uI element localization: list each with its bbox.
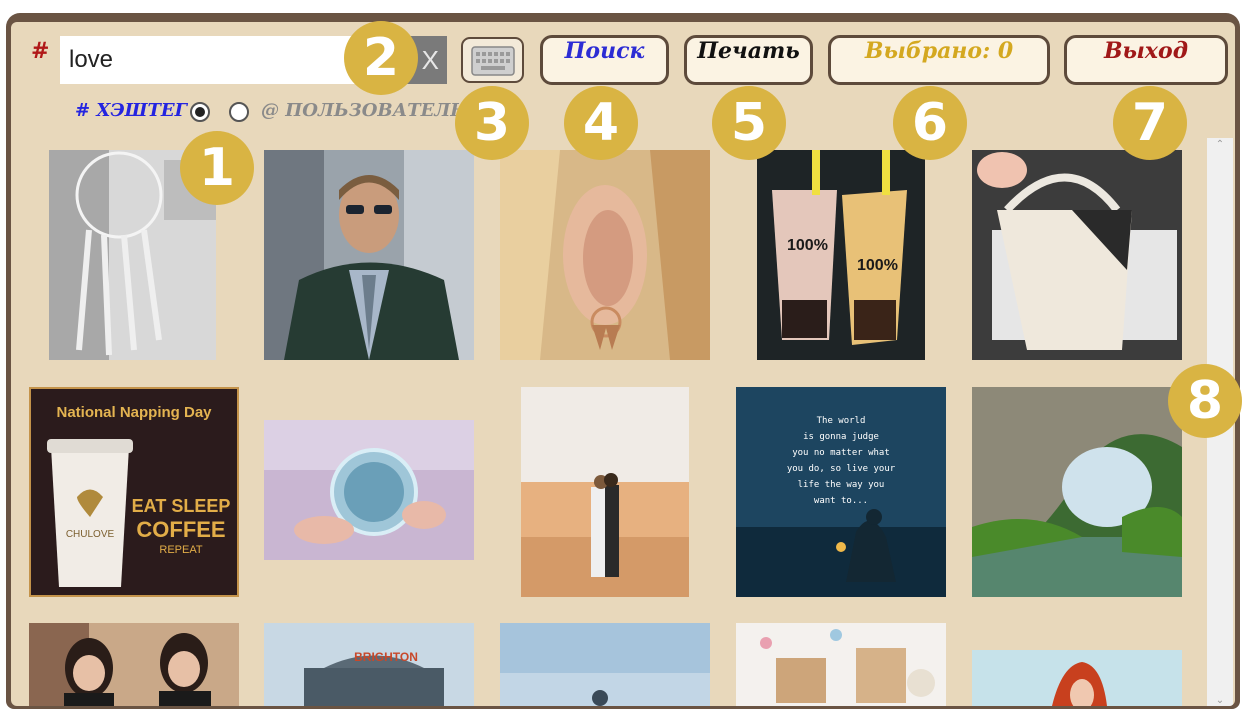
search-input[interactable]: [60, 36, 390, 84]
user-label: @ ПОЛЬЗОВАТЕЛЬ: [261, 100, 466, 121]
quote-image: The world is gonna judge you no matter w…: [736, 387, 946, 597]
coffee-line-1: EAT SLEEP: [132, 496, 231, 516]
photo-two-women[interactable]: [29, 623, 239, 706]
photo-quote[interactable]: The world is gonna judge you no matter w…: [736, 387, 946, 597]
quote-line-5: life the way you: [798, 480, 885, 490]
redhead-image: [972, 650, 1182, 706]
callout-badge-2: 2: [344, 21, 418, 95]
chevron-down-icon[interactable]: ⌄: [1207, 694, 1233, 706]
callout-badge-6: 6: [893, 86, 967, 160]
quote-line-1: The world: [817, 416, 866, 426]
brighton-pier-image: BRIGHTON: [264, 623, 474, 706]
callout-badge-5: 5: [712, 86, 786, 160]
print-button[interactable]: Печать: [684, 35, 813, 85]
exit-button[interactable]: Выход: [1064, 35, 1228, 85]
wedding-couple-image: [521, 387, 689, 597]
cup-text-left: 100%: [787, 237, 828, 254]
pier-sign: BRIGHTON: [354, 650, 418, 664]
photo-sky[interactable]: [500, 623, 710, 706]
ear-piercing-image: [500, 150, 710, 360]
coffee-line-3: REPEAT: [159, 544, 202, 556]
napping-day-image: National Napping Day CHULOVE EAT SLEEP C…: [29, 387, 239, 597]
user-radio[interactable]: [229, 102, 249, 122]
hashtag-radio[interactable]: [190, 102, 210, 122]
photo-bubble-tea[interactable]: 100% 100%: [757, 150, 925, 360]
hash-label: #: [31, 38, 50, 64]
chevron-up-icon[interactable]: ⌃: [1207, 138, 1233, 152]
sky-image: [500, 623, 710, 706]
white-bag-image: [972, 150, 1182, 360]
callout-badge-8: 8: [1168, 364, 1242, 438]
callout-badge-4: 4: [564, 86, 638, 160]
cup-brand: CHULOVE: [66, 529, 115, 540]
bubble-tea-image: 100% 100%: [757, 150, 925, 360]
photo-wedding-couple[interactable]: [521, 387, 689, 597]
quote-line-6: want to...: [814, 496, 868, 506]
hashtag-label: # ХЭШТЕГ: [75, 100, 187, 121]
photo-brighton-pier[interactable]: BRIGHTON: [264, 623, 474, 706]
craft-gift-image: [736, 623, 946, 706]
man-suit-image: [264, 150, 474, 360]
cup-text-right: 100%: [857, 257, 898, 274]
callout-badge-7: 7: [1113, 86, 1187, 160]
napping-title: National Napping Day: [56, 404, 212, 421]
search-button[interactable]: Поиск: [540, 35, 669, 85]
quote-line-2: is gonna judge: [803, 432, 879, 442]
photo-white-bag[interactable]: [972, 150, 1182, 360]
photo-man-suit[interactable]: [264, 150, 474, 360]
crystal-ball-image: [264, 420, 474, 560]
quote-line-3: you no matter what: [792, 448, 890, 458]
photo-ear-piercing[interactable]: [500, 150, 710, 360]
coffee-line-2: COFFEE: [136, 517, 225, 542]
selected-count-button[interactable]: Выбрано: 0: [828, 35, 1050, 85]
callout-badge-3: 3: [455, 86, 529, 160]
photo-craft-gift[interactable]: [736, 623, 946, 706]
two-women-image: [29, 623, 239, 706]
photo-redhead[interactable]: [972, 650, 1182, 706]
photo-crystal-ball[interactable]: [264, 420, 474, 560]
keyboard-icon: [471, 46, 515, 76]
photo-napping-day[interactable]: National Napping Day CHULOVE EAT SLEEP C…: [29, 387, 239, 597]
rock-arch-image: [972, 387, 1182, 597]
photo-rock-arch[interactable]: [972, 387, 1182, 597]
callout-badge-1: 1: [180, 131, 254, 205]
keyboard-button[interactable]: [461, 37, 524, 83]
quote-line-4: you do, so live your: [787, 464, 896, 474]
